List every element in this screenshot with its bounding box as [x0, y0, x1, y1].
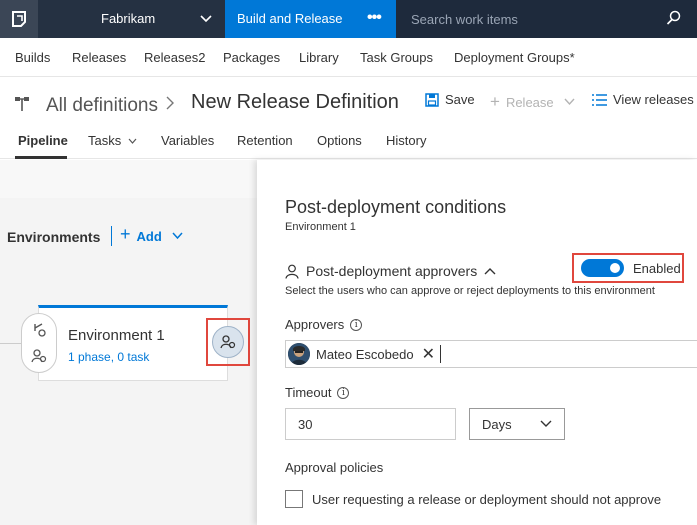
chevron-right-icon: [165, 95, 175, 116]
panel-title: Post-deployment conditions: [285, 197, 507, 217]
more-hubs-icon[interactable]: •••: [367, 9, 382, 27]
search-input[interactable]: Search work items: [411, 12, 518, 27]
search-icon[interactable]: [666, 10, 682, 29]
post-deployment-conditions-highlight: [206, 318, 250, 366]
approvers-section-header[interactable]: Post-deployment approvers: [285, 263, 496, 279]
hub-tabs: Builds Releases Releases2 Packages Libra…: [0, 38, 697, 77]
enabled-label: Enabled: [633, 260, 681, 276]
add-label: Add: [136, 228, 162, 244]
approvers-description: Select the users who can approve or reje…: [285, 285, 655, 297]
tab-pipeline[interactable]: Pipeline: [18, 133, 68, 148]
chevron-down-icon: [128, 138, 137, 144]
post-deployment-approvers-icon: [220, 335, 236, 349]
save-button[interactable]: Save: [425, 92, 475, 107]
info-icon[interactable]: i: [337, 386, 350, 399]
breadcrumb: All definitions New Release Definition S…: [0, 77, 697, 129]
hub-releases[interactable]: Releases: [72, 50, 126, 65]
list-icon: [592, 93, 607, 106]
approvers-input[interactable]: Mateo Escobedo ✕: [285, 340, 697, 368]
tab-tasks[interactable]: Tasks: [88, 133, 137, 148]
search-box[interactable]: Search work items: [396, 0, 697, 38]
timeout-unit-select[interactable]: Days: [469, 408, 565, 440]
timeout-label-row: Timeout i: [285, 385, 350, 400]
policy-checkbox[interactable]: [285, 490, 303, 508]
environment-card[interactable]: Environment 1 1 phase, 0 task: [38, 305, 228, 381]
policy-requester-cannot-approve[interactable]: User requesting a release or deployment …: [285, 490, 661, 508]
timeout-label: Timeout: [285, 385, 332, 400]
approval-policies-heading: Approval policies: [285, 460, 384, 475]
environment-name[interactable]: Environment 1: [68, 327, 165, 344]
enabled-toggle[interactable]: [581, 259, 624, 277]
timeout-input[interactable]: 30: [285, 408, 456, 440]
person-icon: [285, 264, 299, 279]
organization-name[interactable]: Fabrikam: [101, 11, 155, 26]
plus-icon: +: [490, 92, 500, 111]
save-icon: [425, 92, 439, 107]
chevron-down-icon: [172, 232, 183, 240]
toggle-knob: [610, 263, 620, 273]
connector-line: [0, 343, 21, 344]
info-icon[interactable]: i: [350, 318, 363, 331]
plus-icon: +: [120, 224, 131, 244]
tab-variables[interactable]: Variables: [161, 133, 214, 148]
top-navigation-bar: Fabrikam Build and Release ••• Search wo…: [0, 0, 697, 38]
view-releases-label: View releases: [613, 92, 694, 107]
hub-releases2[interactable]: Releases2: [144, 50, 205, 65]
approvers-label: Approvers: [285, 317, 345, 332]
tab-options[interactable]: Options: [317, 133, 362, 148]
panel-subtitle: Environment 1: [285, 221, 356, 233]
page-title[interactable]: New Release Definition: [191, 91, 399, 114]
canvas-header-band: [0, 160, 258, 198]
approver-chip: Mateo Escobedo ✕: [288, 343, 435, 365]
product-logo-icon[interactable]: [0, 0, 38, 38]
tab-retention[interactable]: Retention: [237, 133, 293, 148]
tab-history[interactable]: History: [386, 133, 426, 148]
release-definition-icon: [14, 96, 30, 115]
hub-deployment-groups[interactable]: Deployment Groups*: [454, 50, 575, 65]
environments-heading: Environments: [7, 229, 101, 245]
approver-name: Mateo Escobedo: [316, 346, 414, 362]
hub-builds[interactable]: Builds: [15, 50, 50, 65]
hub-packages[interactable]: Packages: [223, 50, 280, 65]
hub-build-and-release[interactable]: Build and Release •••: [225, 0, 396, 38]
text-cursor: [440, 345, 441, 363]
chevron-up-icon: [484, 268, 496, 275]
timeout-unit-value: Days: [482, 416, 512, 432]
chevron-down-icon: [564, 98, 575, 106]
hub-library[interactable]: Library: [299, 50, 339, 65]
add-environment-button[interactable]: + Add: [120, 224, 183, 245]
environment-summary-link[interactable]: 1 phase, 0 task: [68, 350, 149, 364]
chevron-down-icon: [540, 420, 552, 427]
post-deployment-conditions-button[interactable]: [212, 326, 244, 358]
pre-deployment-approvers-icon: [31, 349, 47, 363]
release-label: Release: [505, 94, 554, 110]
save-label: Save: [445, 92, 475, 107]
remove-approver-icon[interactable]: ✕: [422, 344, 435, 364]
release-button[interactable]: + Release: [490, 92, 575, 112]
pre-deployment-conditions-button[interactable]: [21, 313, 57, 373]
approvers-section-title: Post-deployment approvers: [306, 263, 478, 279]
enabled-toggle-highlight: Enabled: [572, 253, 684, 283]
post-deployment-conditions-panel: Post-deployment conditions Environment 1…: [257, 160, 697, 525]
tab-tasks-label: Tasks: [88, 133, 122, 148]
divider: [111, 226, 112, 246]
view-releases-button[interactable]: View releases: [592, 92, 694, 107]
hub-task-groups[interactable]: Task Groups: [360, 50, 433, 65]
avatar: [288, 343, 310, 365]
pre-deployment-trigger-icon: [34, 323, 46, 337]
hub-label: Build and Release: [237, 11, 343, 26]
active-tab-indicator: [15, 156, 67, 159]
definition-tabs: Pipeline Tasks Variables Retention Optio…: [0, 129, 697, 159]
approvers-label-row: Approvers i: [285, 317, 363, 332]
policy-label: User requesting a release or deployment …: [312, 491, 662, 507]
breadcrumb-all-definitions[interactable]: All definitions: [46, 95, 158, 117]
chevron-down-icon[interactable]: [200, 12, 212, 27]
